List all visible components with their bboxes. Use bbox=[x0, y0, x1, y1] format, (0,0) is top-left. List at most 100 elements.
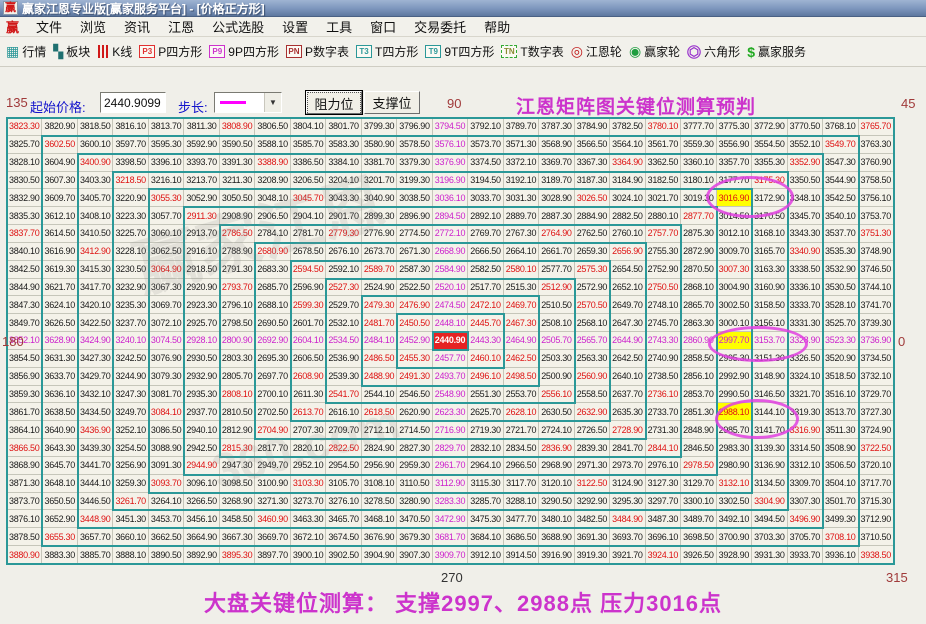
price-cell[interactable]: 3096.10 bbox=[184, 474, 220, 493]
price-cell[interactable]: 3031.30 bbox=[503, 189, 540, 208]
price-cell[interactable]: 3729.70 bbox=[858, 385, 894, 404]
price-cell[interactable]: 3218.50 bbox=[113, 171, 149, 190]
price-cell[interactable]: 3540.10 bbox=[823, 207, 859, 226]
price-cell[interactable]: 3715.30 bbox=[858, 492, 894, 511]
price-cell[interactable]: 2500.90 bbox=[539, 367, 575, 386]
price-cell[interactable]: 2587.30 bbox=[397, 260, 433, 279]
toolbar-button-行情[interactable]: ▦ 行情 bbox=[6, 43, 46, 60]
price-cell[interactable]: 3290.50 bbox=[539, 492, 575, 511]
price-cell[interactable]: 2968.90 bbox=[539, 456, 575, 475]
price-cell[interactable]: 3292.90 bbox=[574, 492, 611, 511]
price-cell[interactable]: 3213.70 bbox=[184, 171, 220, 190]
price-cell[interactable]: 3751.30 bbox=[858, 225, 894, 243]
price-cell[interactable]: 2700.10 bbox=[255, 385, 291, 404]
toolbar-button-赢家轮[interactable]: ◉ 赢家轮 bbox=[629, 43, 680, 60]
price-cell[interactable]: 3506.50 bbox=[823, 456, 859, 475]
price-cell[interactable]: 3064.90 bbox=[148, 260, 185, 279]
menu-item-工具[interactable]: 工具 bbox=[317, 15, 361, 38]
price-cell[interactable]: 3590.50 bbox=[219, 135, 256, 154]
start-price-input[interactable] bbox=[100, 92, 166, 113]
price-cell[interactable]: 2560.90 bbox=[574, 367, 611, 386]
price-cell[interactable]: 2534.50 bbox=[326, 332, 362, 350]
price-cell[interactable]: 3367.30 bbox=[574, 153, 611, 172]
price-cell[interactable]: 3314.50 bbox=[787, 439, 824, 457]
price-cell[interactable]: 3153.70 bbox=[752, 332, 788, 350]
price-cell[interactable]: 3568.90 bbox=[539, 135, 575, 154]
price-cell[interactable]: 3792.10 bbox=[468, 118, 504, 136]
price-cell[interactable]: 3242.50 bbox=[113, 349, 149, 368]
price-cell[interactable]: 3045.70 bbox=[290, 189, 327, 208]
price-cell[interactable]: 3427.30 bbox=[77, 349, 114, 368]
price-cell[interactable]: 2779.30 bbox=[326, 225, 362, 243]
menu-item-窗口[interactable]: 窗口 bbox=[361, 15, 405, 38]
price-cell[interactable]: 2553.70 bbox=[503, 385, 540, 404]
menu-item-资讯[interactable]: 资讯 bbox=[115, 15, 159, 38]
price-cell[interactable]: 2925.70 bbox=[184, 314, 220, 333]
price-cell[interactable]: 2800.90 bbox=[219, 332, 256, 350]
price-cell[interactable]: 2656.90 bbox=[610, 242, 646, 261]
price-cell[interactable]: 2995.30 bbox=[716, 349, 753, 368]
price-cell[interactable]: 2709.70 bbox=[326, 421, 362, 440]
price-cell[interactable]: 2774.50 bbox=[397, 225, 433, 243]
price-cell[interactable]: 3883.30 bbox=[42, 546, 78, 564]
price-cell[interactable]: 3300.10 bbox=[681, 492, 717, 511]
price-cell[interactable]: 3727.30 bbox=[858, 403, 894, 422]
price-cell[interactable]: 3468.10 bbox=[361, 510, 398, 529]
price-cell[interactable]: 2846.50 bbox=[681, 439, 717, 457]
price-cell[interactable]: 3309.70 bbox=[787, 474, 824, 493]
price-cell[interactable]: 3470.50 bbox=[397, 510, 433, 529]
menu-item-帮助[interactable]: 帮助 bbox=[475, 15, 519, 38]
price-cell[interactable]: 3348.10 bbox=[787, 189, 824, 208]
price-cell[interactable]: 3103.30 bbox=[290, 474, 327, 493]
price-cell[interactable]: 2868.10 bbox=[681, 278, 717, 297]
price-cell[interactable]: 3600.10 bbox=[77, 135, 114, 154]
price-cell[interactable]: 2628.10 bbox=[503, 403, 540, 422]
price-cell[interactable]: 3616.90 bbox=[42, 242, 78, 261]
price-cell[interactable]: 3081.70 bbox=[148, 385, 185, 404]
price-cell[interactable]: 3864.10 bbox=[7, 421, 43, 440]
price-cell[interactable]: 3508.90 bbox=[823, 439, 859, 457]
price-cell[interactable]: 2498.50 bbox=[503, 367, 540, 386]
price-cell[interactable]: 3415.30 bbox=[77, 260, 114, 279]
price-cell[interactable]: 2947.30 bbox=[219, 456, 256, 475]
price-cell[interactable]: 3201.70 bbox=[361, 171, 398, 190]
price-cell[interactable]: 3312.10 bbox=[787, 456, 824, 475]
price-cell[interactable]: 2457.70 bbox=[432, 349, 469, 368]
price-cell[interactable]: 3429.70 bbox=[77, 367, 114, 386]
price-cell[interactable]: 3693.70 bbox=[610, 528, 646, 547]
price-cell[interactable]: 2606.50 bbox=[290, 349, 327, 368]
price-cell[interactable]: 3607.30 bbox=[42, 171, 78, 190]
price-cell[interactable]: 2935.30 bbox=[184, 385, 220, 404]
price-cell[interactable]: 2666.50 bbox=[468, 242, 504, 261]
price-cell[interactable]: 2853.70 bbox=[681, 385, 717, 404]
price-cell[interactable]: 2896.90 bbox=[397, 207, 433, 226]
price-cell[interactable]: 2978.50 bbox=[681, 456, 717, 475]
price-cell[interactable]: 3808.90 bbox=[219, 118, 256, 136]
price-cell[interactable]: 2719.30 bbox=[468, 421, 504, 440]
price-cell[interactable]: 3648.10 bbox=[42, 474, 78, 493]
price-cell[interactable]: 3688.90 bbox=[539, 528, 575, 547]
price-cell[interactable]: 3760.90 bbox=[858, 153, 894, 172]
price-cell[interactable]: 3763.30 bbox=[858, 135, 894, 154]
price-cell[interactable]: 3052.90 bbox=[184, 189, 220, 208]
price-cell[interactable]: 2599.30 bbox=[290, 296, 327, 315]
price-cell[interactable]: 2786.50 bbox=[219, 225, 256, 243]
price-cell[interactable]: 3736.90 bbox=[858, 332, 894, 350]
price-cell[interactable]: 2812.90 bbox=[219, 421, 256, 440]
price-cell[interactable]: 3679.30 bbox=[397, 528, 433, 547]
price-cell[interactable]: 3084.10 bbox=[148, 403, 185, 422]
price-cell[interactable]: 3576.10 bbox=[432, 135, 469, 154]
price-cell[interactable]: 2738.50 bbox=[645, 367, 682, 386]
price-cell[interactable]: 3410.50 bbox=[77, 225, 114, 243]
price-cell[interactable]: 3938.50 bbox=[858, 546, 894, 564]
price-cell[interactable]: 3609.70 bbox=[42, 189, 78, 208]
price-cell[interactable]: 3408.10 bbox=[77, 207, 114, 226]
price-cell[interactable]: 3340.90 bbox=[787, 242, 824, 261]
price-cell[interactable]: 2815.30 bbox=[219, 439, 256, 457]
price-cell[interactable]: 3264.10 bbox=[148, 492, 185, 511]
price-cell[interactable]: 3770.50 bbox=[787, 118, 824, 136]
price-cell[interactable]: 3336.10 bbox=[787, 278, 824, 297]
menu-item-设置[interactable]: 设置 bbox=[273, 15, 317, 38]
price-cell[interactable]: 3511.30 bbox=[823, 421, 859, 440]
price-cell[interactable]: 2524.90 bbox=[361, 278, 398, 297]
